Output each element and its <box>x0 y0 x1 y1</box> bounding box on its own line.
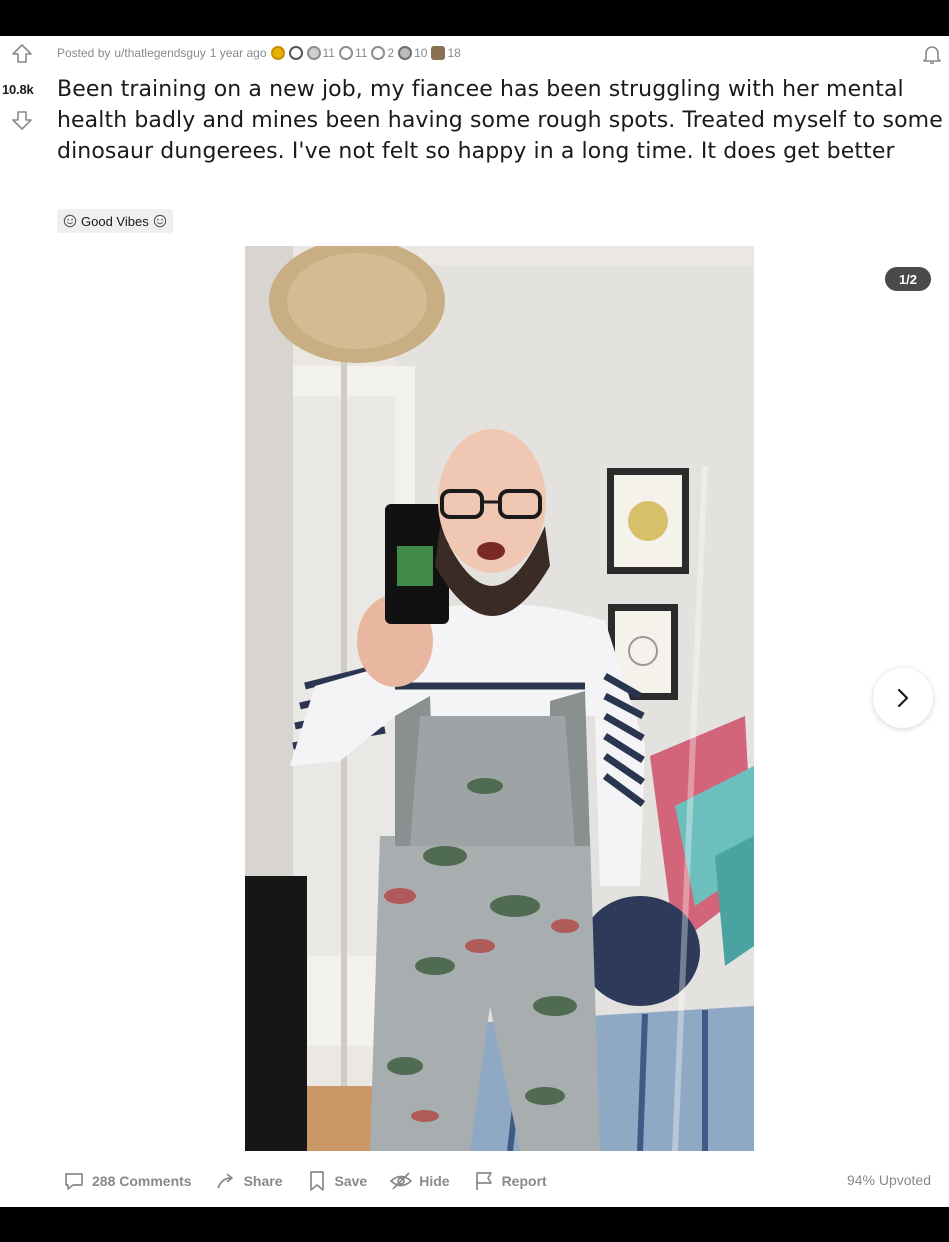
bottom-black-bar <box>0 1207 949 1242</box>
share-icon <box>216 1173 233 1189</box>
selfie-photo <box>245 246 754 1151</box>
vote-column: 10.8k <box>0 36 50 156</box>
post-meta: Posted by u/thatlegendsguy 1 year ago 11… <box>57 44 461 62</box>
award-helpful[interactable]: 11 <box>306 46 335 60</box>
vote-score: 10.8k <box>2 82 34 97</box>
hide-button[interactable]: Hide <box>389 1169 450 1193</box>
gallery-counter: 1/2 <box>885 267 931 291</box>
post-card: 10.8k Posted by u/thatlegendsguy 1 year … <box>0 36 949 1207</box>
silver-award-icon <box>398 46 413 60</box>
save-label: Save <box>334 1173 368 1189</box>
award-count: 11 <box>322 46 335 60</box>
share-label: Share <box>243 1173 283 1189</box>
comment-icon <box>65 1173 83 1190</box>
post-title[interactable]: Been training on a new job, my fiancee h… <box>57 74 947 167</box>
wholesome-award-icon <box>288 46 303 60</box>
bear-award-icon <box>431 46 446 60</box>
downvote-arrow-icon[interactable] <box>10 108 34 132</box>
comments-label: 288 Comments <box>92 1173 192 1189</box>
hide-label: Hide <box>419 1173 450 1189</box>
helpful-award-icon <box>306 46 321 60</box>
notification-bell-icon[interactable] <box>920 42 944 66</box>
award-count: 10 <box>414 46 428 60</box>
author-link[interactable]: u/thatlegendsguy <box>114 46 205 60</box>
bookmark-icon <box>309 1171 324 1191</box>
gold-award-icon <box>270 46 285 60</box>
flair-label: Good Vibes <box>81 213 149 229</box>
upvote-arrow-icon[interactable] <box>10 42 34 66</box>
report-button[interactable]: Report <box>472 1169 547 1193</box>
report-label: Report <box>501 1173 547 1189</box>
award-heartwarming[interactable]: 2 <box>371 46 394 60</box>
gallery-image[interactable] <box>245 246 754 1151</box>
flag-icon <box>475 1172 492 1190</box>
upvote-ratio: 94% Upvoted <box>846 1172 931 1188</box>
award-count: 2 <box>387 46 395 60</box>
post-age: 1 year ago <box>209 46 267 60</box>
award-count: 18 <box>447 46 461 60</box>
award-hug[interactable]: 11 <box>338 46 368 60</box>
award-silver[interactable]: 10 <box>398 46 427 60</box>
chevron-right-icon <box>897 688 909 708</box>
award-count: 11 <box>354 46 368 60</box>
post-flair[interactable]: Good Vibes <box>57 209 173 233</box>
posted-by-label: Posted by <box>57 46 111 60</box>
top-black-bar <box>0 0 949 36</box>
post-action-bar: 288 Comments Share Save Hide Report <box>62 1166 547 1196</box>
smile-icon <box>63 214 77 228</box>
share-button[interactable]: Share <box>214 1169 283 1193</box>
save-button[interactable]: Save <box>305 1169 368 1193</box>
award-bear[interactable]: 18 <box>431 46 461 60</box>
smile-icon <box>153 214 166 228</box>
hide-eye-icon <box>389 1172 413 1190</box>
award-wholesome[interactable] <box>288 46 303 60</box>
heartwarming-award-icon <box>371 46 386 60</box>
gallery-next-button[interactable] <box>873 668 933 728</box>
award-gold[interactable] <box>270 46 285 60</box>
comments-button[interactable]: 288 Comments <box>62 1169 192 1193</box>
hug-award-icon <box>338 46 353 60</box>
